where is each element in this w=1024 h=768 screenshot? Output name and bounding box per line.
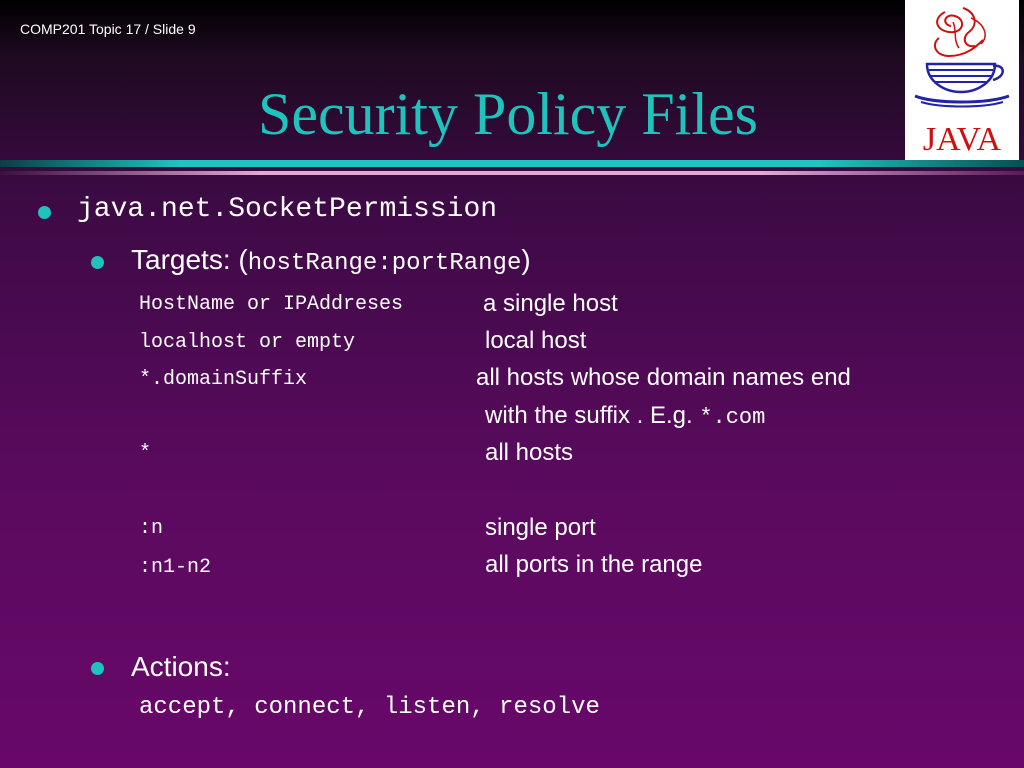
target-desc-code: *.com [699, 405, 766, 430]
title-divider-cyan [0, 160, 1024, 167]
target-code: :n [139, 517, 164, 540]
target-code: *.domainSuffix [139, 368, 308, 391]
bullet-icon [91, 662, 104, 675]
bullet-icon [91, 256, 104, 269]
target-desc: local host [485, 327, 587, 354]
target-code: * [139, 442, 152, 465]
target-desc: all hosts [485, 439, 574, 466]
targets-prefix: Targets: ( [131, 244, 248, 275]
target-desc: all ports in the range [485, 551, 703, 578]
target-desc: single port [485, 514, 596, 541]
actions-code: accept, connect, listen, resolve [139, 694, 600, 721]
targets-code: hostRange:portRange [247, 250, 522, 277]
title-divider-pink [0, 171, 1024, 175]
bullet-targets: Targets: (hostRange:portRange) [131, 244, 531, 277]
slide-title: Security Policy Files [258, 81, 758, 147]
bullet-actions: Actions: [131, 651, 231, 682]
bullet-icon [38, 206, 51, 219]
target-code: HostName or IPAddreses [139, 293, 404, 316]
target-code: :n1-n2 [139, 556, 212, 579]
target-code: localhost or empty [139, 331, 356, 354]
bullet-socket-permission: java.net.SocketPermission [77, 194, 498, 225]
target-desc-continuation: with the suffix . E.g. *.com [485, 402, 765, 430]
slide-header: COMP201 Topic 17 / Slide 9 [20, 21, 196, 37]
targets-suffix: ) [521, 244, 531, 275]
target-desc: a single host [483, 290, 618, 317]
target-desc-text: with the suffix . E.g. [485, 402, 700, 429]
target-desc: all hosts whose domain names end [476, 364, 851, 391]
